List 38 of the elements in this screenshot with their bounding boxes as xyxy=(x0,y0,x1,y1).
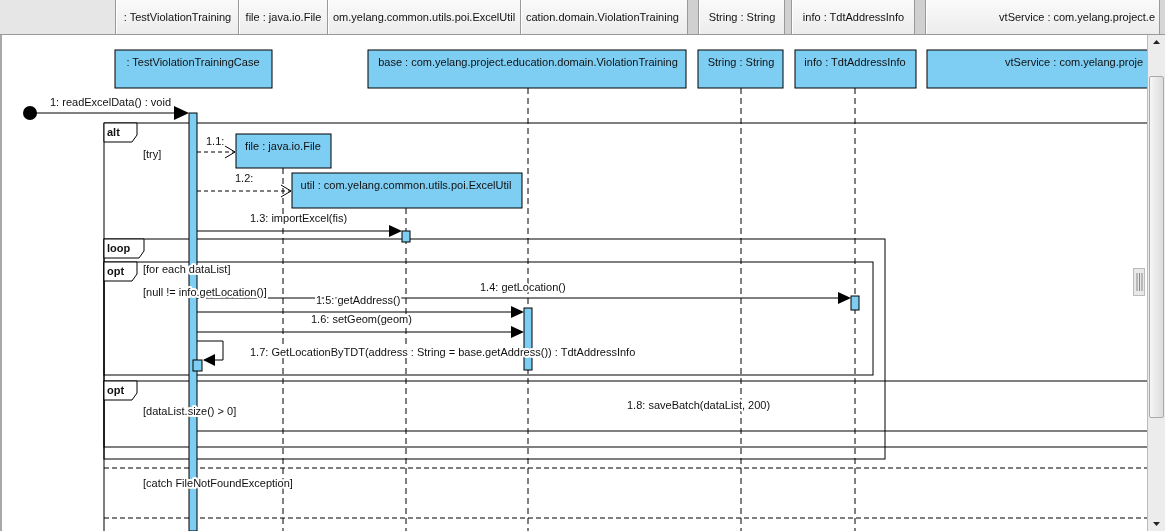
lifeline-box[interactable] xyxy=(114,49,273,89)
message-label: 1.4: getLocation() xyxy=(480,281,566,293)
message-label: 1.2: xyxy=(235,172,254,184)
resize-grip-icon[interactable] xyxy=(1133,268,1145,296)
scrollbar-thumb[interactable] xyxy=(1149,76,1164,418)
message-label: 1.5: getAddress() xyxy=(316,294,401,306)
lifeline-name: : TestViolationTrainingCase xyxy=(126,56,260,68)
fragment-operator: opt xyxy=(107,265,125,277)
lifeline-box[interactable] xyxy=(291,172,523,209)
message-label: 1.6: setGeom(geom) xyxy=(311,313,412,325)
fragment-tab xyxy=(103,261,138,282)
fragment-operator: loop xyxy=(107,242,131,254)
fragment-tab xyxy=(103,238,145,259)
lifeline-name: util : com.yelang.common.utils.poi.ExcelUtil xyxy=(300,179,512,191)
lifeline-box[interactable] xyxy=(926,49,1147,89)
fragment-tab xyxy=(103,380,138,401)
activation-bar xyxy=(850,295,860,311)
fragment-tab xyxy=(103,122,138,143)
lifeline-box[interactable] xyxy=(697,49,784,89)
lifeline-name: vtService : com.yelang.proje xyxy=(1005,56,1144,68)
lifeline-name: file : java.io.File xyxy=(245,140,321,152)
fragment-operator: opt xyxy=(107,384,125,396)
self-message-arrow xyxy=(196,340,224,366)
message-label: 1.1: xyxy=(206,135,225,147)
message-label: 1.8: saveBatch(dataList, 200) xyxy=(627,399,771,411)
dashed-message-arrow xyxy=(196,145,236,159)
guard-condition: [try] xyxy=(143,148,162,160)
lifeline-name: info : TdtAddressInfo xyxy=(804,56,906,68)
message-label: 1.3: importExcel(fis) xyxy=(250,212,348,224)
lifeline-name: base : com.yelang.project.education.domain.ViolationTraining xyxy=(378,56,678,68)
lifeline-name: String : String xyxy=(707,56,775,68)
lifeline-box[interactable] xyxy=(235,133,332,169)
vertical-scrollbar[interactable] xyxy=(1147,35,1165,531)
message-label: 1: readExcelData() : void xyxy=(50,96,172,108)
activation-bar xyxy=(401,230,411,243)
lifeline-box[interactable] xyxy=(367,49,687,89)
fragment-operator: alt xyxy=(107,126,120,138)
lifeline-box[interactable] xyxy=(794,49,917,89)
